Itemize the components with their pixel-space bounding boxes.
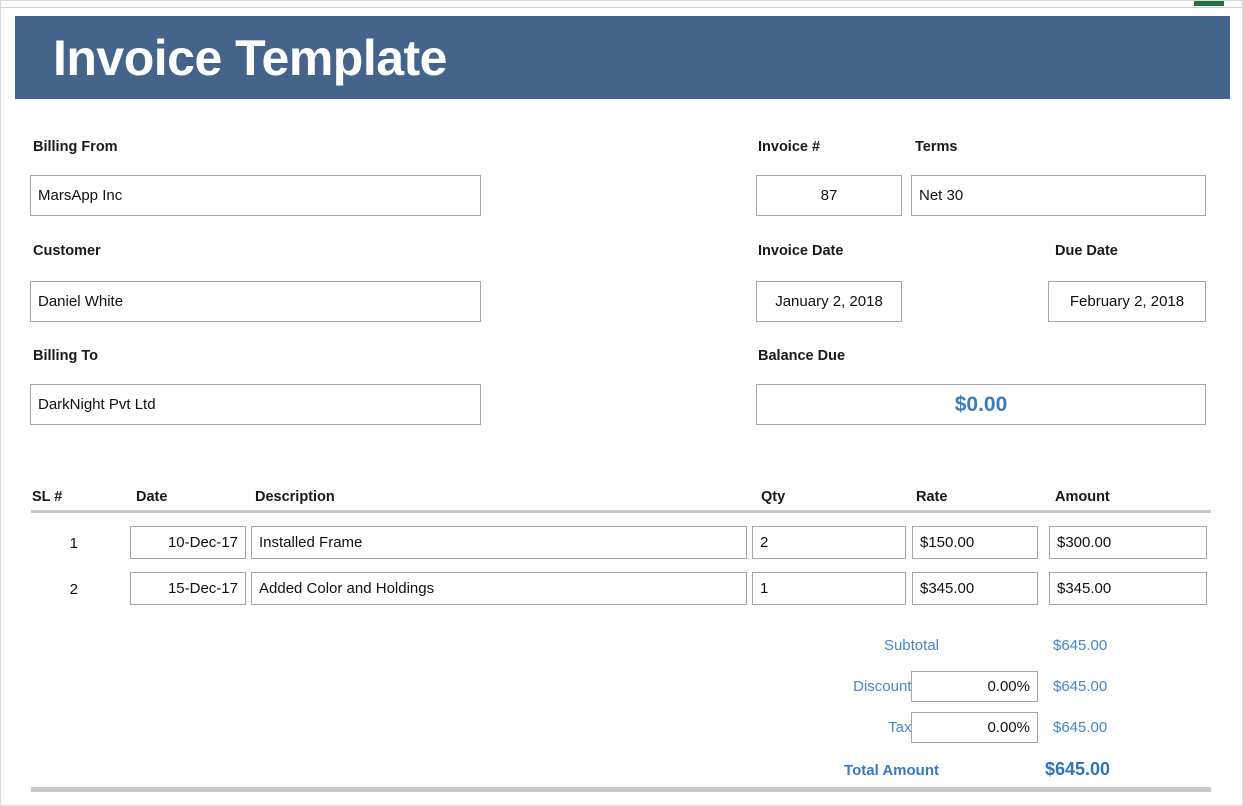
window-top-strip [1,1,1243,8]
tax-input[interactable]: 0.00% [911,712,1038,743]
row-amount-field[interactable]: $300.00 [1049,526,1207,559]
billing-to-field[interactable]: DarkNight Pvt Ltd [30,384,481,425]
billing-to-label: Billing To [33,348,98,364]
table-footer-divider [31,787,1211,792]
subtotal-value: $645.00 [1053,637,1107,654]
due-date-label: Due Date [1055,243,1118,259]
title-banner: Invoice Template [15,16,1230,99]
billing-from-label: Billing From [33,139,118,155]
billing-from-field[interactable]: MarsApp Inc [30,175,481,216]
column-header-amount: Amount [1055,489,1110,505]
discount-input[interactable]: 0.00% [911,671,1038,702]
balance-due-label: Balance Due [758,348,845,364]
subtotal-label: Subtotal [836,637,939,654]
balance-due-value: $0.00 [756,384,1206,425]
total-amount-value: $645.00 [1045,759,1110,780]
total-amount-label: Total Amount [839,762,939,779]
invoice-date-field[interactable]: January 2, 2018 [756,281,902,322]
row-date-field[interactable]: 10-Dec-17 [130,526,246,559]
row-description-field[interactable]: Installed Frame [251,526,747,559]
terms-field[interactable]: Net 30 [911,175,1206,216]
invoice-date-label: Invoice Date [758,243,843,259]
terms-label: Terms [915,139,957,155]
spreadsheet-tab-indicator-icon [1194,1,1224,6]
column-header-sl: SL # [32,489,62,505]
customer-field[interactable]: Daniel White [30,281,481,322]
column-header-qty: Qty [761,489,785,505]
column-header-date: Date [136,489,167,505]
page-title: Invoice Template [53,30,447,86]
row-rate-field[interactable]: $150.00 [912,526,1038,559]
table-header-divider [31,510,1211,513]
row-date-field[interactable]: 15-Dec-17 [130,572,246,605]
tax-value: $645.00 [1053,719,1107,736]
row-qty-field[interactable]: 1 [752,572,906,605]
row-qty-field[interactable]: 2 [752,526,906,559]
due-date-field[interactable]: February 2, 2018 [1048,281,1206,322]
invoice-number-label: Invoice # [758,139,820,155]
column-header-rate: Rate [916,489,947,505]
row-sl-number: 2 [38,581,78,598]
customer-label: Customer [33,243,101,259]
row-sl-number: 1 [38,535,78,552]
row-amount-field[interactable]: $345.00 [1049,572,1207,605]
invoice-number-field[interactable]: 87 [756,175,902,216]
column-header-description: Description [255,489,335,505]
row-rate-field[interactable]: $345.00 [912,572,1038,605]
invoice-template-page: Invoice Template Billing From MarsApp In… [0,0,1243,806]
discount-value: $645.00 [1053,678,1107,695]
row-description-field[interactable]: Added Color and Holdings [251,572,747,605]
